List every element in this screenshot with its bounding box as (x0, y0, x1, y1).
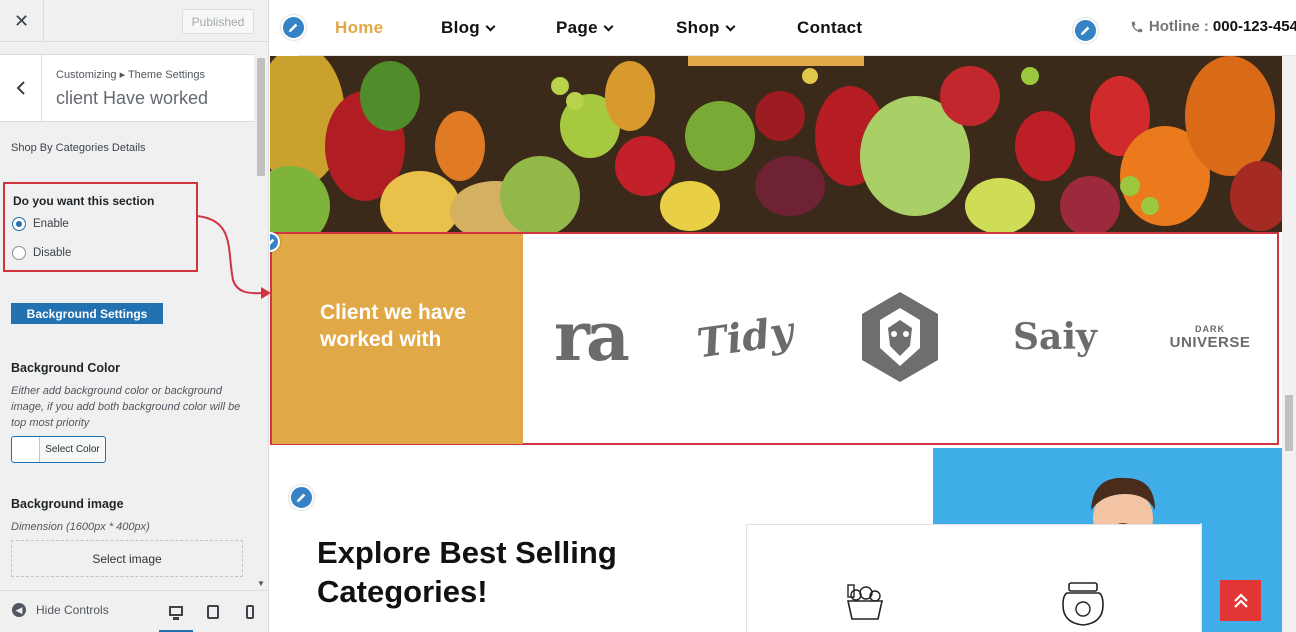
categories-section: Explore Best Selling Categories! (270, 446, 1282, 632)
client-logo-saiy-text: Saiy (1013, 316, 1097, 358)
radio-disable-label: Disable (33, 247, 72, 259)
select-image-button[interactable]: Select image (11, 540, 243, 577)
main-navigation: Home Blog Page Shop Contact Hotline : 00… (298, 0, 1296, 56)
radio-enable-input[interactable] (12, 217, 26, 231)
edit-pencil-icon[interactable] (281, 15, 306, 40)
honey-jar-icon (1062, 582, 1104, 626)
customizer-footer: ◀ Hide Controls (0, 590, 268, 632)
bg-color-title: Background Color (11, 361, 121, 375)
phone-icon (1131, 21, 1143, 32)
hotline-number[interactable]: 000-123-454 (1213, 18, 1296, 35)
radio-enable[interactable]: Enable (12, 217, 69, 231)
hide-controls-label: Hide Controls (36, 603, 109, 617)
section-toggle-title: Do you want this section (13, 194, 155, 208)
tablet-icon (207, 605, 219, 619)
radio-enable-label: Enable (33, 218, 69, 230)
bg-image-dimension: Dimension (1600px * 400px) (11, 521, 150, 533)
nav-page[interactable]: Page (556, 18, 614, 38)
annotation-arrow (196, 215, 271, 299)
clients-title: Client we have worked with (320, 301, 466, 351)
radio-disable-input[interactable] (12, 246, 26, 260)
preview-scrollbar-thumb[interactable] (1285, 395, 1293, 451)
scrollbar-thumb[interactable] (257, 58, 265, 176)
sidebar-scrollbar[interactable]: ▼ (254, 54, 268, 590)
nav-blog-label: Blog (441, 18, 480, 37)
nav-contact[interactable]: Contact (797, 18, 862, 38)
nav-home-label: Home (335, 18, 384, 37)
mobile-preview-button[interactable] (233, 591, 267, 632)
hero-fruit-image (270, 56, 1282, 232)
category-card[interactable] (746, 524, 1202, 632)
close-icon[interactable]: ✕ (0, 0, 44, 42)
double-chevron-up-icon (1233, 592, 1248, 608)
client-logo-tidy-text: Tidy (694, 307, 796, 367)
customizer-sidebar: ✕ Published Customizing ▸ Theme Settings… (0, 0, 271, 632)
nav-blog[interactable]: Blog (441, 18, 496, 38)
nav-shop-label: Shop (676, 18, 720, 37)
clients-section: Client we have worked with ra Tidy Saiy … (270, 232, 1282, 446)
desktop-preview-button[interactable] (159, 591, 193, 632)
client-logo-ra: ra (530, 282, 650, 392)
preview-scrollbar[interactable] (1282, 0, 1296, 632)
breadcrumb: Customizing ▸ Theme Settings (56, 69, 205, 81)
bg-color-description: Either add background color or backgroun… (11, 385, 241, 429)
select-color-label: Select Color (45, 444, 100, 455)
nav-home[interactable]: Home (335, 18, 383, 38)
edit-pencil-icon[interactable] (289, 485, 314, 510)
chevron-down-icon (485, 21, 496, 31)
edit-pencil-icon[interactable] (1073, 18, 1098, 43)
panel-title: client Have worked (56, 88, 209, 108)
nav-page-label: Page (556, 18, 598, 37)
radio-disable[interactable]: Disable (12, 246, 71, 260)
client-logo-lion (840, 282, 960, 392)
chevron-down-icon (603, 21, 614, 31)
client-logo-tidy: Tidy (685, 282, 805, 392)
color-swatch[interactable] (12, 437, 40, 462)
nav-contact-label: Contact (797, 18, 863, 37)
client-logo-dark-universe: DARK UNIVERSE (1150, 282, 1270, 392)
hide-controls-icon: ◀ (12, 603, 26, 617)
background-settings-button[interactable]: Background Settings (11, 303, 163, 324)
hotline: Hotline : 000-123-454 (1130, 18, 1296, 35)
nav-shop[interactable]: Shop (676, 18, 736, 38)
client-logo-dark-text: DARK (1195, 323, 1225, 334)
back-chevron-icon[interactable] (0, 55, 42, 121)
section-label: Shop By Categories Details (11, 142, 146, 154)
chevron-down-icon (725, 21, 736, 31)
categories-title: Explore Best Selling Categories! (317, 535, 617, 609)
hide-controls-button[interactable]: ◀ Hide Controls (12, 603, 109, 617)
scroll-down-icon[interactable]: ▼ (257, 579, 265, 588)
hotline-label: Hotline : (1148, 18, 1209, 35)
clients-title-panel: Client we have worked with (272, 234, 523, 444)
lion-icon (862, 292, 938, 382)
publish-button[interactable]: Published (182, 9, 254, 34)
client-logo-ra-text: ra (554, 297, 630, 377)
grocery-basket-icon (847, 584, 883, 620)
client-logo-universe-text: UNIVERSE (1169, 333, 1251, 351)
panel-header: Customizing ▸ Theme Settings client Have… (0, 54, 255, 122)
client-logo-saiy: Saiy (995, 282, 1115, 392)
section-toggle-group: Do you want this section Enable Disable (3, 182, 198, 272)
select-color-button[interactable]: Select Color (11, 436, 106, 463)
mobile-icon (246, 605, 254, 619)
customizer-header: ✕ Published (0, 0, 268, 42)
fruit-illustration (270, 56, 1282, 232)
tablet-preview-button[interactable] (196, 591, 230, 632)
site-preview: Home Blog Page Shop Contact Hotline : 00… (270, 0, 1296, 632)
desktop-icon (169, 605, 183, 620)
back-to-top-button[interactable] (1220, 580, 1261, 621)
bg-image-title: Background image (11, 497, 124, 511)
nav-accent-bar (688, 56, 864, 66)
